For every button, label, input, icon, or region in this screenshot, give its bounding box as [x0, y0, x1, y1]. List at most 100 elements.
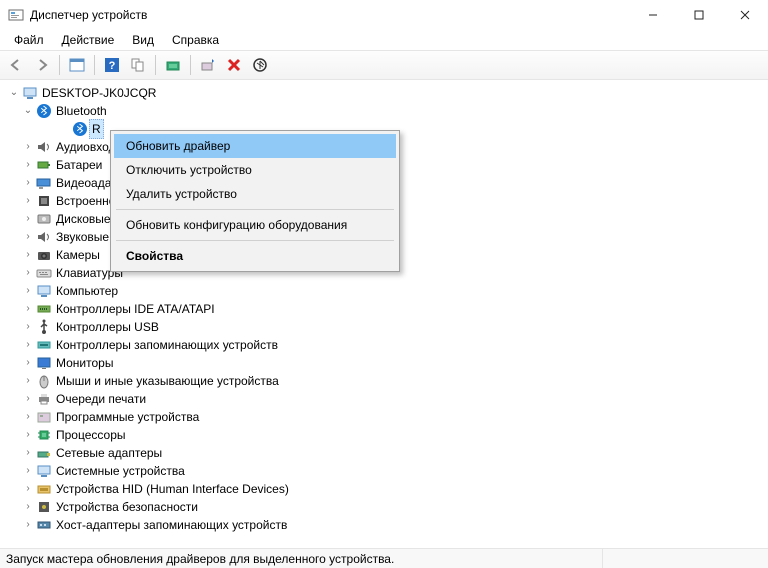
help-button[interactable]: ? — [100, 53, 124, 77]
separator — [116, 209, 394, 210]
expand-icon[interactable]: › — [22, 393, 34, 405]
tree-category-ide[interactable]: › Контроллеры IDE ATA/ATAPI — [8, 300, 768, 318]
menu-file[interactable]: Файл — [6, 31, 52, 49]
tree-category-system-devices[interactable]: › Системные устройства — [8, 462, 768, 480]
expand-icon[interactable]: › — [22, 375, 34, 387]
tree-category-hba[interactable]: › Хост-адаптеры запоминающих устройств — [8, 516, 768, 534]
expand-icon[interactable]: › — [22, 447, 34, 459]
separator — [59, 55, 60, 75]
status-text: Запуск мастера обновления драйверов для … — [6, 552, 394, 566]
category-label: Камеры — [56, 246, 100, 264]
expand-icon[interactable]: › — [22, 159, 34, 171]
tree-category-mice[interactable]: › Мыши и иные указывающие устройства — [8, 372, 768, 390]
app-icon — [8, 7, 24, 23]
bluetooth-icon — [72, 121, 88, 137]
update-driver-button[interactable] — [161, 53, 185, 77]
properties-button[interactable] — [126, 53, 150, 77]
toolbar: ? — [0, 50, 768, 80]
menu-action[interactable]: Действие — [54, 31, 123, 49]
category-label: Bluetooth — [56, 102, 107, 120]
security-device-icon — [36, 499, 52, 515]
expand-icon[interactable]: › — [22, 339, 34, 351]
expand-icon[interactable]: › — [22, 231, 34, 243]
back-button[interactable] — [4, 53, 28, 77]
category-label: Процессоры — [56, 426, 126, 444]
menu-view[interactable]: Вид — [124, 31, 162, 49]
tree-category-usb[interactable]: › Контроллеры USB — [8, 318, 768, 336]
category-label: Устройства безопасности — [56, 498, 198, 516]
expand-icon[interactable]: › — [22, 195, 34, 207]
tree-root[interactable]: ⌄ DESKTOP-JK0JCQR — [8, 84, 768, 102]
statusbar-grip — [602, 549, 762, 568]
category-label: Мыши и иные указывающие устройства — [56, 372, 279, 390]
expand-icon[interactable]: › — [22, 177, 34, 189]
titlebar: Диспетчер устройств — [0, 0, 768, 30]
tree-category-security[interactable]: › Устройства безопасности — [8, 498, 768, 516]
expand-icon[interactable]: › — [22, 249, 34, 261]
ctx-scan-hardware[interactable]: Обновить конфигурацию оборудования — [114, 213, 396, 237]
tree-category-network[interactable]: › Сетевые адаптеры — [8, 444, 768, 462]
collapse-icon[interactable]: ⌄ — [22, 105, 34, 117]
category-label: Сетевые адаптеры — [56, 444, 162, 462]
separator — [155, 55, 156, 75]
ctx-disable-device[interactable]: Отключить устройство — [114, 158, 396, 182]
ctx-update-driver[interactable]: Обновить драйвер — [114, 134, 396, 158]
minimize-button[interactable] — [630, 0, 676, 30]
maximize-button[interactable] — [676, 0, 722, 30]
expand-icon[interactable]: › — [22, 213, 34, 225]
expand-icon[interactable]: › — [22, 321, 34, 333]
forward-button[interactable] — [30, 53, 54, 77]
sound-icon — [36, 229, 52, 245]
ide-controller-icon — [36, 301, 52, 317]
category-label: Программные устройства — [56, 408, 199, 426]
tree-category-storage-controllers[interactable]: › Контроллеры запоминающих устройств — [8, 336, 768, 354]
tree-category-hid[interactable]: › Устройства HID (Human Interface Device… — [8, 480, 768, 498]
statusbar: Запуск мастера обновления драйверов для … — [0, 548, 768, 568]
expand-icon[interactable]: › — [22, 411, 34, 423]
category-label: Компьютер — [56, 282, 118, 300]
keyboard-icon — [36, 265, 52, 281]
ctx-properties[interactable]: Свойства — [114, 244, 396, 268]
ctx-uninstall-device[interactable]: Удалить устройство — [114, 182, 396, 206]
disk-icon — [36, 211, 52, 227]
expand-icon[interactable]: › — [22, 519, 34, 531]
tree-category-bluetooth[interactable]: ⌄ Bluetooth — [8, 102, 768, 120]
category-label: Контроллеры USB — [56, 318, 159, 336]
menu-help[interactable]: Справка — [164, 31, 227, 49]
printer-icon — [36, 391, 52, 407]
expand-icon[interactable]: › — [22, 285, 34, 297]
expand-icon[interactable]: › — [22, 267, 34, 279]
expand-icon[interactable]: › — [22, 429, 34, 441]
uninstall-button[interactable] — [222, 53, 246, 77]
tree-category-computer[interactable]: › Компьютер — [8, 282, 768, 300]
disable-button[interactable] — [248, 53, 272, 77]
expand-icon[interactable]: › — [22, 483, 34, 495]
monitor-icon — [36, 355, 52, 371]
network-adapter-icon — [36, 445, 52, 461]
mouse-icon — [36, 373, 52, 389]
tree-category-print-queues[interactable]: › Очереди печати — [8, 390, 768, 408]
expand-icon[interactable]: › — [22, 357, 34, 369]
tree-category-processors[interactable]: › Процессоры — [8, 426, 768, 444]
show-hide-tree-button[interactable] — [65, 53, 89, 77]
audio-icon — [36, 139, 52, 155]
firmware-icon — [36, 193, 52, 209]
context-menu: Обновить драйвер Отключить устройство Уд… — [110, 130, 400, 272]
expand-icon[interactable]: › — [22, 303, 34, 315]
expand-icon[interactable]: › — [22, 141, 34, 153]
close-button[interactable] — [722, 0, 768, 30]
collapse-icon[interactable]: ⌄ — [8, 87, 20, 99]
separator — [116, 240, 394, 241]
computer-name: DESKTOP-JK0JCQR — [42, 84, 156, 102]
category-label: Системные устройства — [56, 462, 185, 480]
storage-controller-icon — [36, 337, 52, 353]
tree-category-software-devices[interactable]: › Программные устройства — [8, 408, 768, 426]
expand-icon[interactable]: › — [22, 501, 34, 513]
separator — [94, 55, 95, 75]
scan-hardware-button[interactable] — [196, 53, 220, 77]
svg-text:?: ? — [109, 60, 116, 72]
tree-category-monitors[interactable]: › Мониторы — [8, 354, 768, 372]
bluetooth-icon — [36, 103, 52, 119]
menubar: Файл Действие Вид Справка — [0, 30, 768, 50]
expand-icon[interactable]: › — [22, 465, 34, 477]
